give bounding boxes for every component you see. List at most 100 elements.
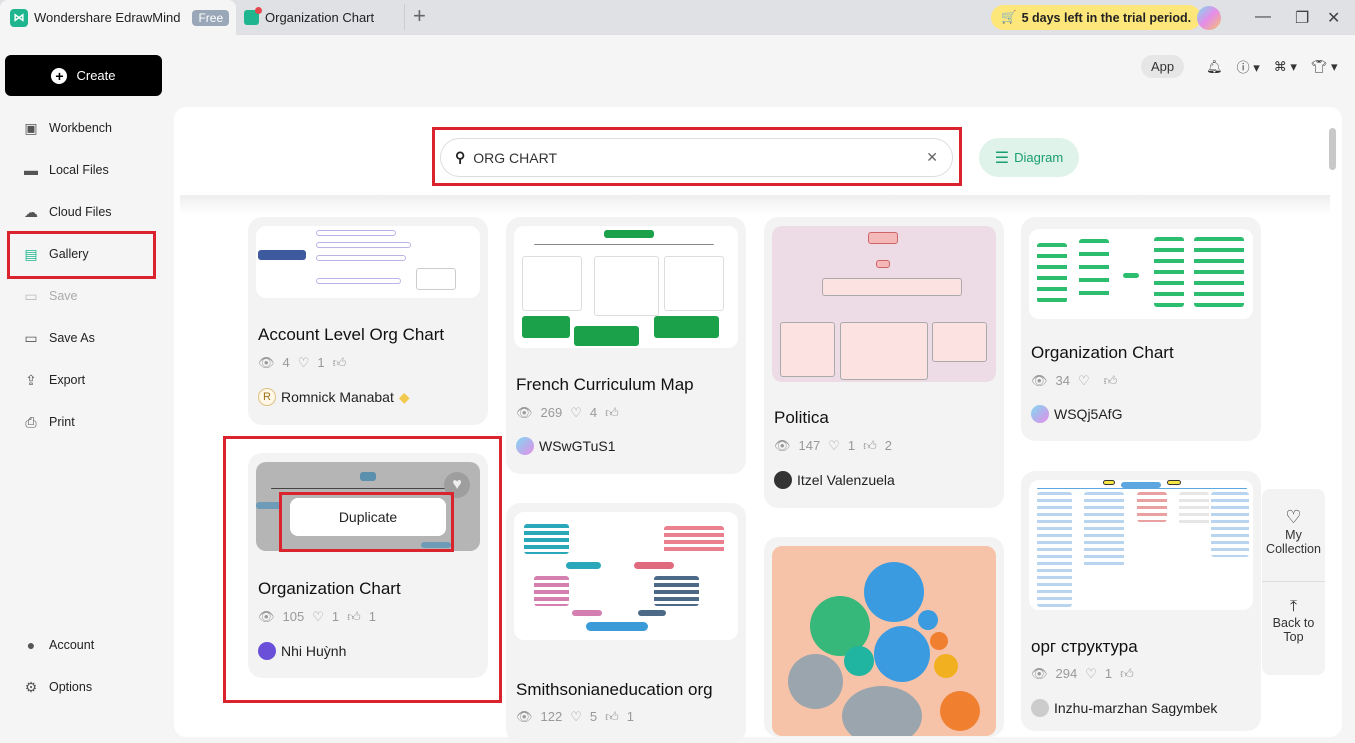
sidebar-item-label: Local Files [49,163,109,177]
sidebar-item-print[interactable]: ⎙ Print [22,412,74,432]
eye-icon: 👁︎ [516,709,533,724]
template-card[interactable]: Account Level Org Chart 👁︎ 4 ♡ 1 👍︎ R Romnick… [248,217,488,425]
heart-icon: ♡ [1085,666,1097,681]
heart-icon: ♡ [1077,373,1090,388]
card-author[interactable]: WSwGTuS1 [516,437,616,455]
card-title: орг структура [1031,637,1138,656]
my-collection-button[interactable]: ♡ My Collection [1262,489,1325,582]
diamond-badge-icon: ◆ [398,388,410,405]
sidebar-item-label: Options [49,680,93,694]
eye-icon: 👁︎ [1031,666,1048,681]
template-thumbnail [256,226,480,298]
app-button[interactable]: App [1141,55,1185,78]
tab-organization-chart[interactable]: Organization Chart [244,0,374,35]
trial-text: 5 days left in the trial period. [1021,10,1192,25]
user-avatar[interactable] [1197,6,1221,30]
trial-banner[interactable]: 🛒 5 days left in the trial period. [991,5,1202,30]
new-tab-button[interactable]: + [404,4,426,30]
divider [180,195,1330,215]
gear-icon: ⚙ [24,679,38,695]
sidebar-item-options[interactable]: ⚙ Options [22,677,92,697]
sidebar-item-label: Save [49,289,78,303]
card-title: Account Level Org Chart [258,325,445,344]
sidebar-item-workbench[interactable]: ▣ Workbench [22,118,112,138]
avatar [1031,405,1049,423]
sidebar-item-cloud-files[interactable]: ☁ Cloud Files [22,202,112,222]
card-stats: 👁︎ 269 ♡ 4 👍︎ [516,405,619,420]
apps-grid-icon[interactable]: ⌘ ▾ [1274,59,1297,75]
card-author[interactable]: Inzhu-marzhan Sagymbek [1031,699,1217,717]
floating-actions: ♡ My Collection ⤒ Back to Top [1262,489,1325,675]
thumbs-up-icon: 👍︎ [605,709,619,724]
template-card[interactable]: орг структура 👁︎ 294 ♡ 1 👍︎ Inzhu-marzhan Sa… [1021,471,1261,731]
template-card[interactable]: Smithsonianeducation org 👁︎ 122 ♡ 5 👍︎ 1 [506,503,746,743]
template-card[interactable] [764,537,1004,737]
heart-icon: ♡ [297,355,310,370]
eye-icon: 👁︎ [258,355,275,370]
tab-home[interactable]: ⋈ Wondershare EdrawMind Free [0,0,236,35]
tab-label: Organization Chart [265,10,375,25]
print-icon: ⎙ [25,414,37,430]
minimize-button[interactable]: — [1255,8,1271,26]
card-stats: 👁︎ 4 ♡ 1 👍︎ [258,355,347,370]
eye-icon: 👁︎ [774,438,791,453]
template-thumbnail [1029,480,1253,610]
template-thumbnail [772,226,996,382]
sidebar-item-export[interactable]: ⇪ Export [22,370,85,390]
card-stats: 👁︎ 34 ♡ 👍︎ [1031,373,1118,388]
template-thumbnail [1029,229,1253,319]
edrawmind-logo-icon: ⋈ [10,8,28,27]
search-highlight [432,127,962,186]
card-stats: 👁︎ 122 ♡ 5 👍︎ 1 [516,709,634,724]
template-card[interactable]: French Curriculum Map 👁︎ 269 ♡ 4 👍︎ WSwGTuS1 [506,217,746,474]
sidebar-item-account[interactable]: ● Account [22,635,94,655]
menu-icon: ☰ [994,149,1010,167]
collection-label: My Collection [1266,528,1321,556]
save-as-icon: ▭ [24,330,38,346]
template-thumbnail [514,226,738,348]
thumbs-up-icon: 👍︎ [605,405,619,420]
sidebar-item-save[interactable]: ▭ Save [22,286,78,306]
app-name: Wondershare EdrawMind [34,10,181,25]
close-button[interactable]: ✕ [1327,8,1340,28]
card-title: French Curriculum Map [516,375,694,394]
free-badge: Free [192,9,230,26]
plus-icon: + [51,67,68,84]
back-to-top-button[interactable]: ⤒ Back to Top [1262,582,1325,644]
sidebar-item-label: Save As [49,331,95,345]
document-icon [244,7,262,25]
card-author[interactable]: Itzel Valenzuela [774,471,895,489]
diagram-filter-button[interactable]: ☰ Diagram [979,138,1079,177]
heart-icon: ♡ [1285,507,1302,527]
sidebar-item-label: Account [49,638,95,652]
help-icon[interactable]: ⓘ ▾ [1237,57,1260,76]
filter-label: Diagram [1014,150,1064,165]
card-author[interactable]: R Romnick Manabat ◆ [258,388,410,406]
workbench-icon: ▣ [24,120,38,136]
export-icon: ⇪ [25,372,37,388]
card-stats: 👁︎ 147 ♡ 1 👍︎ 2 [774,438,892,453]
template-card[interactable]: Politica 👁︎ 147 ♡ 1 👍︎ 2 Itzel Valenzuela [764,217,1004,508]
create-button[interactable]: + Create [5,55,162,96]
cart-icon: 🛒 [1001,10,1017,24]
create-label: Create [76,68,116,83]
thumbs-up-icon: 👍︎ [1103,373,1118,388]
bell-icon[interactable]: 🔔︎ [1206,59,1223,75]
scrollbar[interactable] [1329,128,1336,170]
template-thumbnail [772,546,996,736]
template-card[interactable]: Organization Chart 👁︎ 34 ♡ 👍︎ WSQj5AfG [1021,217,1261,441]
thumbs-up-icon: 👍︎ [863,438,877,453]
heart-icon: ♡ [828,438,840,453]
sidebar-item-save-as[interactable]: ▭ Save As [22,328,95,348]
heart-icon: ♡ [570,405,582,420]
maximize-button[interactable]: ❐ [1295,8,1309,28]
cloud-icon: ☁ [24,204,38,220]
eye-icon: 👁︎ [516,405,533,420]
avatar [1031,699,1049,717]
skin-shirt-icon[interactable]: 👕︎ ▾ [1311,59,1338,75]
heart-icon: ♡ [570,709,582,724]
card-author[interactable]: WSQj5AfG [1031,405,1122,423]
save-icon: ▭ [24,288,38,304]
sidebar-item-local-files[interactable]: ▬ Local Files [22,160,109,180]
arrow-up-icon: ⤒ [1289,598,1298,615]
